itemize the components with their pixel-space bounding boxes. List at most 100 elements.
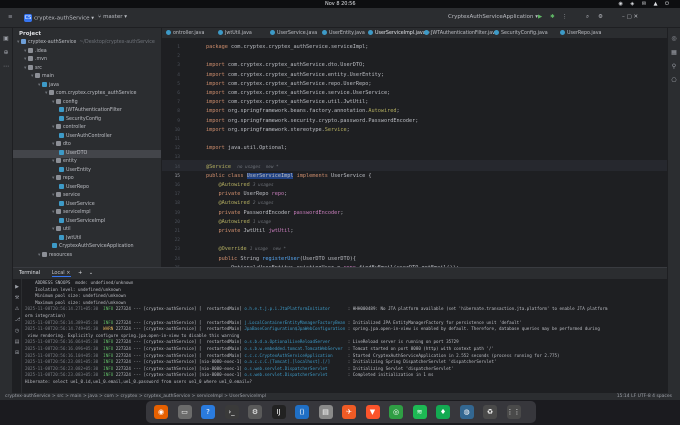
code-line[interactable]: import java.util.Optional; — [206, 143, 287, 154]
tool-window-icon[interactable]: ⚒ — [15, 296, 20, 301]
intellij-icon[interactable]: IJ — [271, 405, 286, 419]
main-menu-icon[interactable]: ≡ — [8, 14, 13, 20]
project-tool-icon[interactable]: ▣ — [3, 35, 10, 42]
tool-window-icon[interactable]: ▶ — [15, 285, 20, 290]
code-line[interactable]: import org.springframework.stereotype.Se… — [206, 125, 350, 136]
java-class-icon — [270, 30, 275, 35]
branch-selector[interactable]: ⑂ master ▾ — [98, 14, 127, 20]
tool-window-icon[interactable]: ⎇ — [15, 318, 21, 323]
editor-tab[interactable]: JwtUtil.java — [218, 28, 252, 38]
code-line[interactable]: private JwtUtil jwtUtil; — [206, 226, 294, 237]
terminal-line: Maximum pool size: undefined/unknown — [25, 299, 126, 305]
tree-item[interactable]: UserServiceImpl — [13, 217, 161, 227]
run-icon[interactable]: ▶ — [538, 14, 542, 20]
terminal-icon[interactable]: ›_ — [224, 405, 239, 419]
files-icon[interactable]: ▭ — [177, 405, 192, 419]
new-terminal-icon[interactable]: + — [78, 270, 82, 276]
tree-item[interactable]: ▾ util — [13, 226, 161, 235]
tab-label: UserEntity.java — [329, 31, 365, 36]
code-editor[interactable]: 1 package com.cryptex.cryptex_authService… — [162, 39, 667, 267]
mongodb-icon[interactable]: ♦ — [436, 405, 450, 419]
tree-item[interactable]: ▾ entity — [13, 158, 161, 167]
editor-tab[interactable]: UserServiceImpl.java × — [368, 28, 431, 38]
ide-title-bar: ≡ CS cryptex-authService ▾ ⑂ master ▾ Cry… — [0, 8, 680, 28]
tree-item[interactable]: ▾ cryptex-authService ~/Desktop/cryptex-a… — [13, 39, 161, 48]
tree-item[interactable]: SecurityConfig — [13, 115, 161, 125]
text-editor-icon[interactable]: ▤ — [318, 405, 333, 419]
apps-icon[interactable]: ⋮⋮ — [506, 405, 521, 419]
tree-item[interactable]: ▾ .mvn — [13, 56, 161, 65]
tool-window-icon[interactable]: ◷ — [15, 329, 20, 334]
tree-item[interactable]: JWTAuthenticationFilter — [13, 107, 161, 116]
postgres-icon[interactable]: ◍ — [459, 405, 474, 419]
class-icon — [59, 183, 64, 189]
database-icon[interactable]: ▦ — [671, 49, 678, 56]
tree-item[interactable]: ▾ service — [13, 192, 161, 201]
code-line[interactable]: package com.cryptex.cryptex_authService.… — [206, 42, 368, 53]
debug-icon[interactable]: ✱ — [550, 14, 555, 20]
clock[interactable]: Nov 8 20:56 — [325, 1, 356, 7]
status-info[interactable]: 15:14 LF UTF-8 4 spaces — [617, 393, 672, 400]
terminal-line: 2025-11-08T20:56:14.271+05:30 INFO 22732… — [25, 306, 608, 312]
tree-item[interactable]: ▾ com.cryptex.cryptex_authService — [13, 90, 161, 99]
tree-item[interactable]: ▾ serviceImpl — [13, 209, 161, 218]
tool-window-icon[interactable]: ⚠ — [15, 307, 20, 312]
project-selector[interactable]: CS cryptex-authService ▾ — [24, 14, 94, 22]
settings-icon[interactable]: ⚙ — [248, 405, 262, 419]
terminal-line: 2025-11-08T20:56:23.083+05:30 INFO 22732… — [25, 372, 434, 378]
terminal-options-icon[interactable]: ⌄ — [89, 270, 93, 276]
terminal-line: 2025-11-08T20:56:14.389+05:30 INFO 22732… — [25, 319, 522, 325]
editor-tab[interactable]: UserService.java — [270, 28, 317, 38]
spotify-icon[interactable]: ≋ — [412, 405, 427, 419]
project-badge: CS — [24, 14, 32, 22]
tool-window-icon[interactable]: ⊞ — [15, 351, 20, 356]
breadcrumb[interactable]: cryptex-authService > src > main > java … — [5, 393, 266, 400]
tree-item[interactable]: ▾ src — [13, 64, 161, 74]
tree-item[interactable]: ▾ .idea — [13, 47, 161, 57]
project-panel-title[interactable]: Project — [13, 28, 161, 39]
firefox-icon[interactable]: ◉ — [154, 405, 168, 419]
brave-icon[interactable]: ▼ — [365, 405, 380, 419]
more-tools-icon[interactable]: ⋯ — [3, 63, 10, 70]
editor-tab[interactable]: ontroller.java — [166, 28, 204, 38]
more-actions-icon[interactable]: ⋮ — [562, 14, 568, 20]
ai-assistant-icon[interactable]: ⎔ — [671, 77, 678, 84]
maven-icon[interactable]: ⚲ — [671, 63, 678, 70]
search-icon[interactable]: ⌕ — [586, 14, 589, 21]
tree-item[interactable]: ▾ resources — [13, 251, 161, 261]
folder-icon — [55, 158, 61, 163]
tree-item[interactable]: ▾ config — [13, 98, 161, 108]
tool-window-icon[interactable]: ▤ — [15, 340, 20, 345]
tree-item[interactable]: UserService — [13, 200, 161, 210]
tree-item[interactable]: ▾ java — [13, 81, 161, 91]
tree-item[interactable]: ▾ main — [13, 73, 161, 82]
editor-tab[interactable]: UserRepo.java — [560, 28, 601, 38]
tree-item[interactable]: ▾ dto — [13, 141, 161, 150]
tree-item[interactable]: UserAuthController — [13, 132, 161, 142]
terminal-title[interactable]: Terminal — [19, 270, 40, 276]
editor-tab[interactable]: UserEntity.java — [322, 28, 365, 38]
editor-tab[interactable]: JWTAuthenticationFilter.java — [424, 28, 498, 38]
system-tray-icons[interactable]: ◉ ◈ ✉ ▲ ⏻ — [618, 1, 672, 7]
plugins-tool-icon[interactable]: ⊕ — [3, 49, 10, 56]
tree-item[interactable]: UserEntity — [13, 166, 161, 176]
tree-item[interactable]: UserDTO — [13, 149, 161, 158]
tree-item[interactable]: ▾ controller — [13, 124, 161, 133]
trash-icon[interactable]: ♻ — [483, 405, 497, 419]
help-icon[interactable]: ? — [201, 405, 215, 419]
postman-icon[interactable]: ✈ — [342, 405, 356, 419]
tree-item[interactable]: ▾ repo — [13, 175, 161, 184]
tree-item[interactable]: UserRepo — [13, 183, 161, 193]
run-config-selector[interactable]: CryptexAuthServiceApplication ▾ — [448, 14, 538, 20]
chrome-icon[interactable]: ◎ — [389, 405, 403, 419]
tab-close-icon[interactable]: × — [66, 270, 70, 276]
vscode-icon[interactable]: ⟨⟩ — [295, 405, 309, 419]
terminal-tab-local[interactable]: Local × — [51, 270, 71, 277]
tree-item[interactable]: JwtUtil — [13, 234, 161, 244]
terminal-line: 2025-11-08T20:56:16.064+05:30 INFO 22732… — [25, 339, 459, 345]
settings-icon[interactable]: ⚙ — [598, 14, 603, 20]
window-controls[interactable]: – ▢ ✕ — [622, 14, 638, 20]
editor-tab[interactable]: SecurityConfig.java — [494, 28, 548, 38]
notifications-icon[interactable]: ◎ — [671, 35, 678, 42]
tree-item[interactable]: CryptexAuthServiceApplication — [13, 243, 161, 252]
